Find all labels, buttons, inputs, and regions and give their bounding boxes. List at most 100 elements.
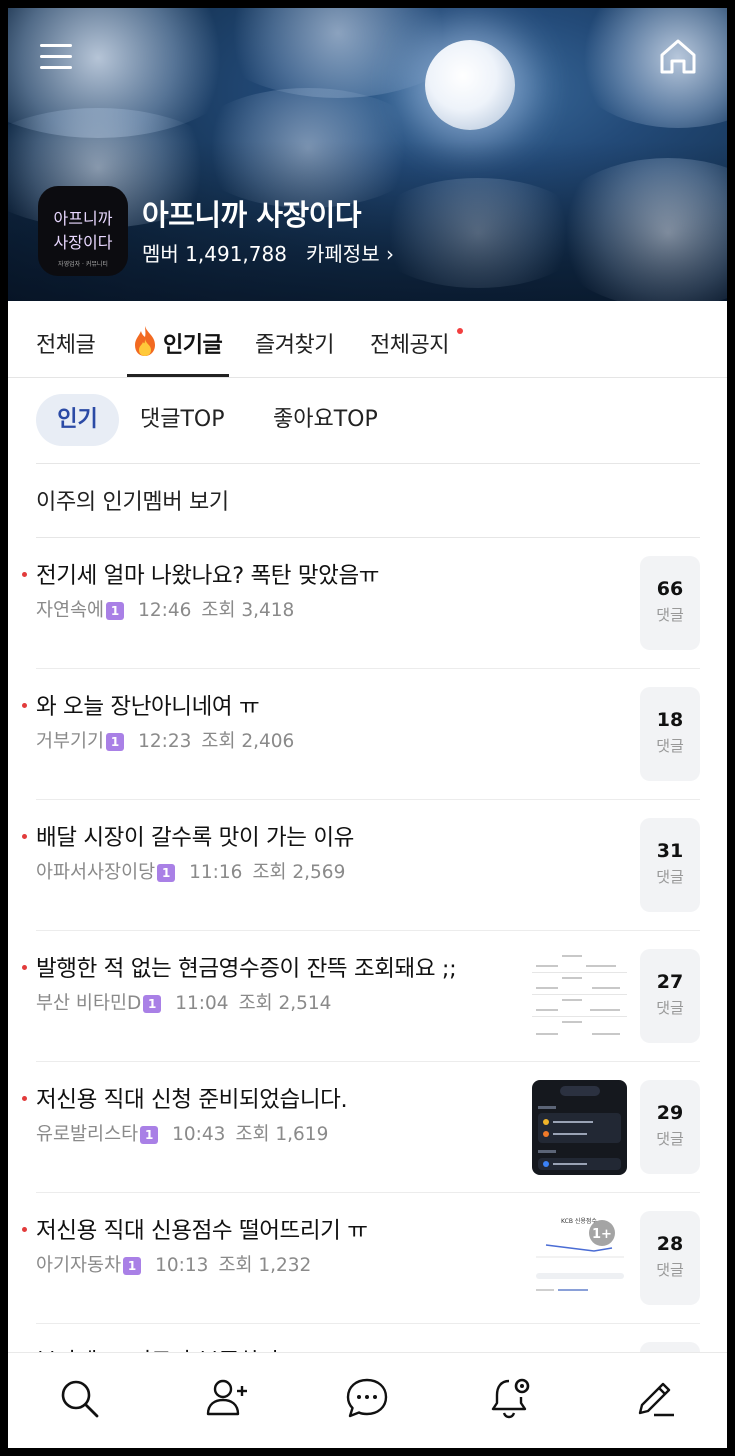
pencil-icon[interactable]	[632, 1375, 678, 1421]
post-views: 조회 2,406	[201, 731, 295, 752]
post-meta: 자연속에 1 12:46 조회 3,418	[36, 596, 294, 622]
post-item[interactable]: 배달 시장이 갈수록 맛이 가는 이유 아파서사장이당 1 11:16 조회 2,56…	[8, 800, 727, 931]
comment-count-box[interactable]: 27 댓글	[640, 949, 700, 1043]
post-thumbnail[interactable]: KCB 신용점수 1+	[532, 1211, 627, 1306]
level-badge: 1	[106, 733, 125, 751]
bottom-nav	[8, 1352, 727, 1448]
main-tabs: 전체글 인기글 즐겨찾기 전체공지	[8, 301, 727, 378]
bell-settings-icon[interactable]	[488, 1375, 534, 1421]
post-author: 아파서사장이당	[36, 862, 156, 883]
new-post-dot	[22, 1227, 27, 1232]
member-count: 멤버 1,491,788	[142, 242, 287, 266]
post-item[interactable]: 저신용 직대 신용점수 떨어뜨리기 ㅠ 아기자동차 1 10:13 조회 1,232 …	[8, 1193, 727, 1324]
level-badge: 1	[143, 995, 162, 1013]
comment-count-box[interactable]: 28 댓글	[640, 1211, 700, 1305]
post-title: 발행한 적 없는 현금영수증이 잔뜩 조회돼요 ;;	[36, 956, 457, 982]
cloud-decoration	[568, 8, 727, 128]
post-views: 조회 1,232	[218, 1255, 312, 1276]
new-post-dot	[22, 572, 27, 577]
post-views: 조회 3,418	[201, 600, 295, 621]
new-post-dot	[22, 965, 27, 970]
chat-icon[interactable]	[344, 1375, 390, 1421]
comment-count-box[interactable]: 66 댓글	[640, 556, 700, 650]
level-badge: 1	[123, 1257, 142, 1275]
comment-label: 댓글	[656, 1130, 684, 1148]
new-post-dot	[22, 1096, 27, 1101]
post-time: 11:16	[189, 862, 243, 883]
search-icon[interactable]	[56, 1375, 102, 1421]
cafe-title: 아프니까 사장이다	[142, 198, 362, 232]
post-title: 배달 시장이 갈수록 맛이 가는 이유	[36, 825, 354, 851]
post-title: 전기세 얼마 나왔나요? 폭탄 맞았음ㅠ	[36, 563, 380, 589]
add-user-icon[interactable]	[203, 1375, 249, 1421]
tab-favorites[interactable]: 즐겨찾기	[255, 327, 334, 359]
comment-count: 66	[656, 578, 684, 600]
post-meta: 유로발리스타 1 10:43 조회 1,619	[36, 1120, 328, 1146]
flame-icon	[132, 325, 158, 357]
post-title: 저신용 직대 신청 준비되었습니다.	[36, 1087, 348, 1113]
post-author: 아기자동차	[36, 1255, 122, 1276]
post-author: 자연속에	[36, 600, 105, 621]
logo-subtext: 자영업자 · 커뮤니티	[58, 260, 108, 268]
post-time: 11:04	[175, 993, 229, 1014]
subtab-popular[interactable]: 인기	[36, 394, 119, 446]
comment-label: 댓글	[656, 999, 684, 1017]
post-thumbnail[interactable]	[532, 949, 627, 1044]
comment-label: 댓글	[656, 737, 684, 755]
new-post-dot	[22, 703, 27, 708]
cafe-info-link[interactable]: 카페정보 ›	[306, 238, 394, 267]
cafe-header: 아프니까 사장이다 자영업자 · 커뮤니티 아프니까 사장이다 멤버 1,491…	[8, 8, 727, 301]
post-time: 10:43	[172, 1124, 226, 1145]
chevron-right-icon: ›	[379, 242, 394, 266]
post-item[interactable]: 발행한 적 없는 현금영수증이 잔뜩 조회돼요 ;; 부산 비타민D 1 11:04…	[8, 931, 727, 1062]
menu-button[interactable]	[38, 42, 76, 72]
new-post-dot	[22, 834, 27, 839]
post-item[interactable]: 저신용 직대 신청 준비되었습니다. 유로발리스타 1 10:43 조회 1,619 …	[8, 1062, 727, 1193]
comment-count: 18	[656, 709, 684, 731]
subtab-comments-top[interactable]: 댓글TOP	[140, 394, 225, 446]
post-author: 부산 비타민D	[36, 993, 142, 1014]
comment-count: 27	[656, 971, 684, 993]
comment-count-box[interactable]: 18 댓글	[640, 687, 700, 781]
post-meta: 부산 비타민D 1 11:04 조회 2,514	[36, 989, 331, 1015]
tab-notices[interactable]: 전체공지	[370, 327, 449, 359]
post-author: 유로발리스타	[36, 1124, 139, 1145]
logo-text-top: 아프니까	[54, 209, 113, 228]
post-meta: 거부기기 1 12:23 조회 2,406	[36, 727, 294, 753]
comment-label: 댓글	[656, 606, 684, 624]
comment-label: 댓글	[656, 868, 684, 886]
weekly-members-link[interactable]: 이주의 인기멤버 보기	[36, 484, 229, 516]
subtab-likes-top[interactable]: 좋아요TOP	[273, 394, 378, 446]
active-tab-indicator	[127, 374, 229, 377]
level-badge: 1	[157, 864, 176, 882]
new-notice-dot	[457, 328, 463, 334]
cafe-info-label: 카페정보	[306, 242, 380, 266]
cafe-logo[interactable]: 아프니까 사장이다 자영업자 · 커뮤니티	[38, 186, 128, 276]
post-time: 12:46	[138, 600, 192, 621]
post-item[interactable]: 전기세 얼마 나왔나요? 폭탄 맞았음ㅠ 자연속에 1 12:46 조회 3,418 …	[8, 538, 727, 669]
post-time: 10:13	[155, 1255, 209, 1276]
comment-label: 댓글	[656, 1261, 684, 1279]
logo-text-bottom: 사장이다	[54, 233, 113, 252]
app-frame: 아프니까 사장이다 자영업자 · 커뮤니티 아프니까 사장이다 멤버 1,491…	[8, 8, 727, 1448]
comment-count: 29	[656, 1102, 684, 1124]
comment-count: 31	[656, 840, 684, 862]
thumbnail-chart-title: KCB 신용점수	[561, 1217, 597, 1225]
tab-popular[interactable]: 인기글	[163, 327, 223, 359]
post-views: 조회 2,514	[238, 993, 332, 1014]
post-title: 저신용 직대 신용점수 떨어뜨리기 ㅠ	[36, 1218, 368, 1244]
post-item[interactable]: 와 오늘 장난아니네여 ㅠ 거부기기 1 12:23 조회 2,406 18 댓글	[8, 669, 727, 800]
post-thumbnail[interactable]	[532, 1080, 627, 1175]
post-time: 12:23	[138, 731, 192, 752]
post-views: 조회 2,569	[252, 862, 346, 883]
divider	[36, 463, 700, 464]
thumbnail-badge: 1+	[592, 1227, 612, 1242]
post-meta: 아파서사장이당 1 11:16 조회 2,569	[36, 858, 345, 884]
home-icon[interactable]	[657, 36, 699, 76]
moon-image	[425, 40, 515, 130]
post-views: 조회 1,619	[235, 1124, 329, 1145]
comment-count-box[interactable]: 29 댓글	[640, 1080, 700, 1174]
post-meta: 아기자동차 1 10:13 조회 1,232	[36, 1251, 311, 1277]
tab-all-posts[interactable]: 전체글	[36, 327, 96, 359]
comment-count-box[interactable]: 31 댓글	[640, 818, 700, 912]
